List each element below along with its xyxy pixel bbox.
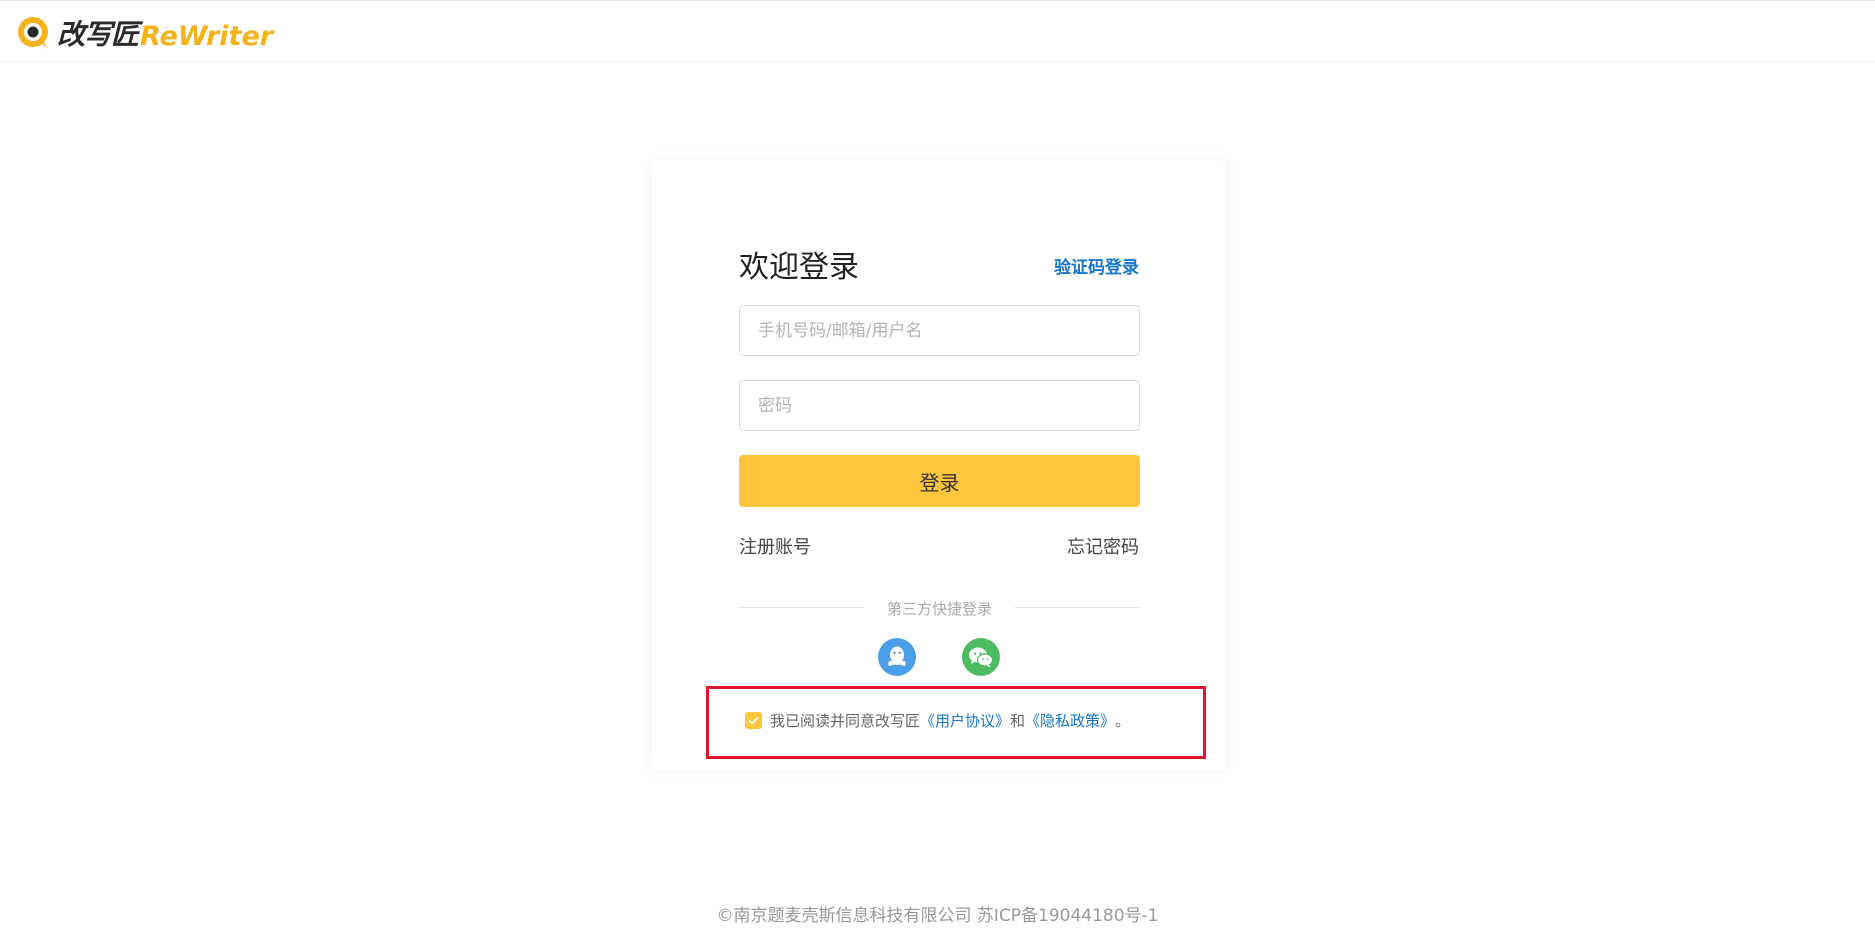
top-bar: 改写匠 ReWriter	[0, 0, 1875, 62]
qq-icon	[888, 646, 906, 666]
third-party-divider: 第三方快捷登录	[739, 598, 1140, 618]
third-party-label: 第三方快捷登录	[886, 600, 992, 618]
login-card: 欢迎登录 验证码登录 登录 注册账号 忘记密码 第三方快捷登录	[652, 160, 1226, 770]
logo[interactable]: 改写匠 ReWriter	[17, 15, 274, 52]
footer-copyright: ©南京题麦壳斯信息科技有限公司 苏ICP备19044180号-1	[716, 906, 1159, 926]
agreement-row: 我已阅读并同意改写匠 《用户协议》 和 《隐私政策》 。	[745, 710, 1130, 731]
logo-text-en: ReWriter	[140, 20, 274, 52]
login-title: 欢迎登录	[739, 250, 859, 285]
qq-login-button[interactable]	[878, 638, 916, 676]
forgot-password-link[interactable]: 忘记密码	[1067, 533, 1139, 559]
logo-icon	[17, 16, 51, 50]
divider-line-right	[1015, 607, 1140, 608]
wechat-icon	[969, 647, 994, 668]
password-input[interactable]	[739, 380, 1140, 431]
logo-text-cn: 改写匠	[57, 18, 139, 51]
login-button[interactable]: 登录	[739, 455, 1140, 507]
user-agreement-link[interactable]: 《用户协议》	[920, 710, 1010, 731]
username-input[interactable]	[739, 305, 1140, 356]
agreement-highlight-box: 我已阅读并同意改写匠 《用户协议》 和 《隐私政策》 。	[706, 686, 1206, 759]
agreement-suffix: 。	[1115, 712, 1131, 730]
agreement-and: 和	[1010, 712, 1026, 730]
agreement-prefix: 我已阅读并同意改写匠	[770, 712, 921, 730]
register-link[interactable]: 注册账号	[739, 533, 811, 559]
wechat-login-button[interactable]	[962, 638, 1000, 676]
sms-login-link[interactable]: 验证码登录	[1054, 253, 1139, 278]
check-icon	[748, 716, 759, 725]
agreement-checkbox[interactable]	[745, 712, 762, 729]
privacy-policy-link[interactable]: 《隐私政策》	[1025, 710, 1115, 731]
